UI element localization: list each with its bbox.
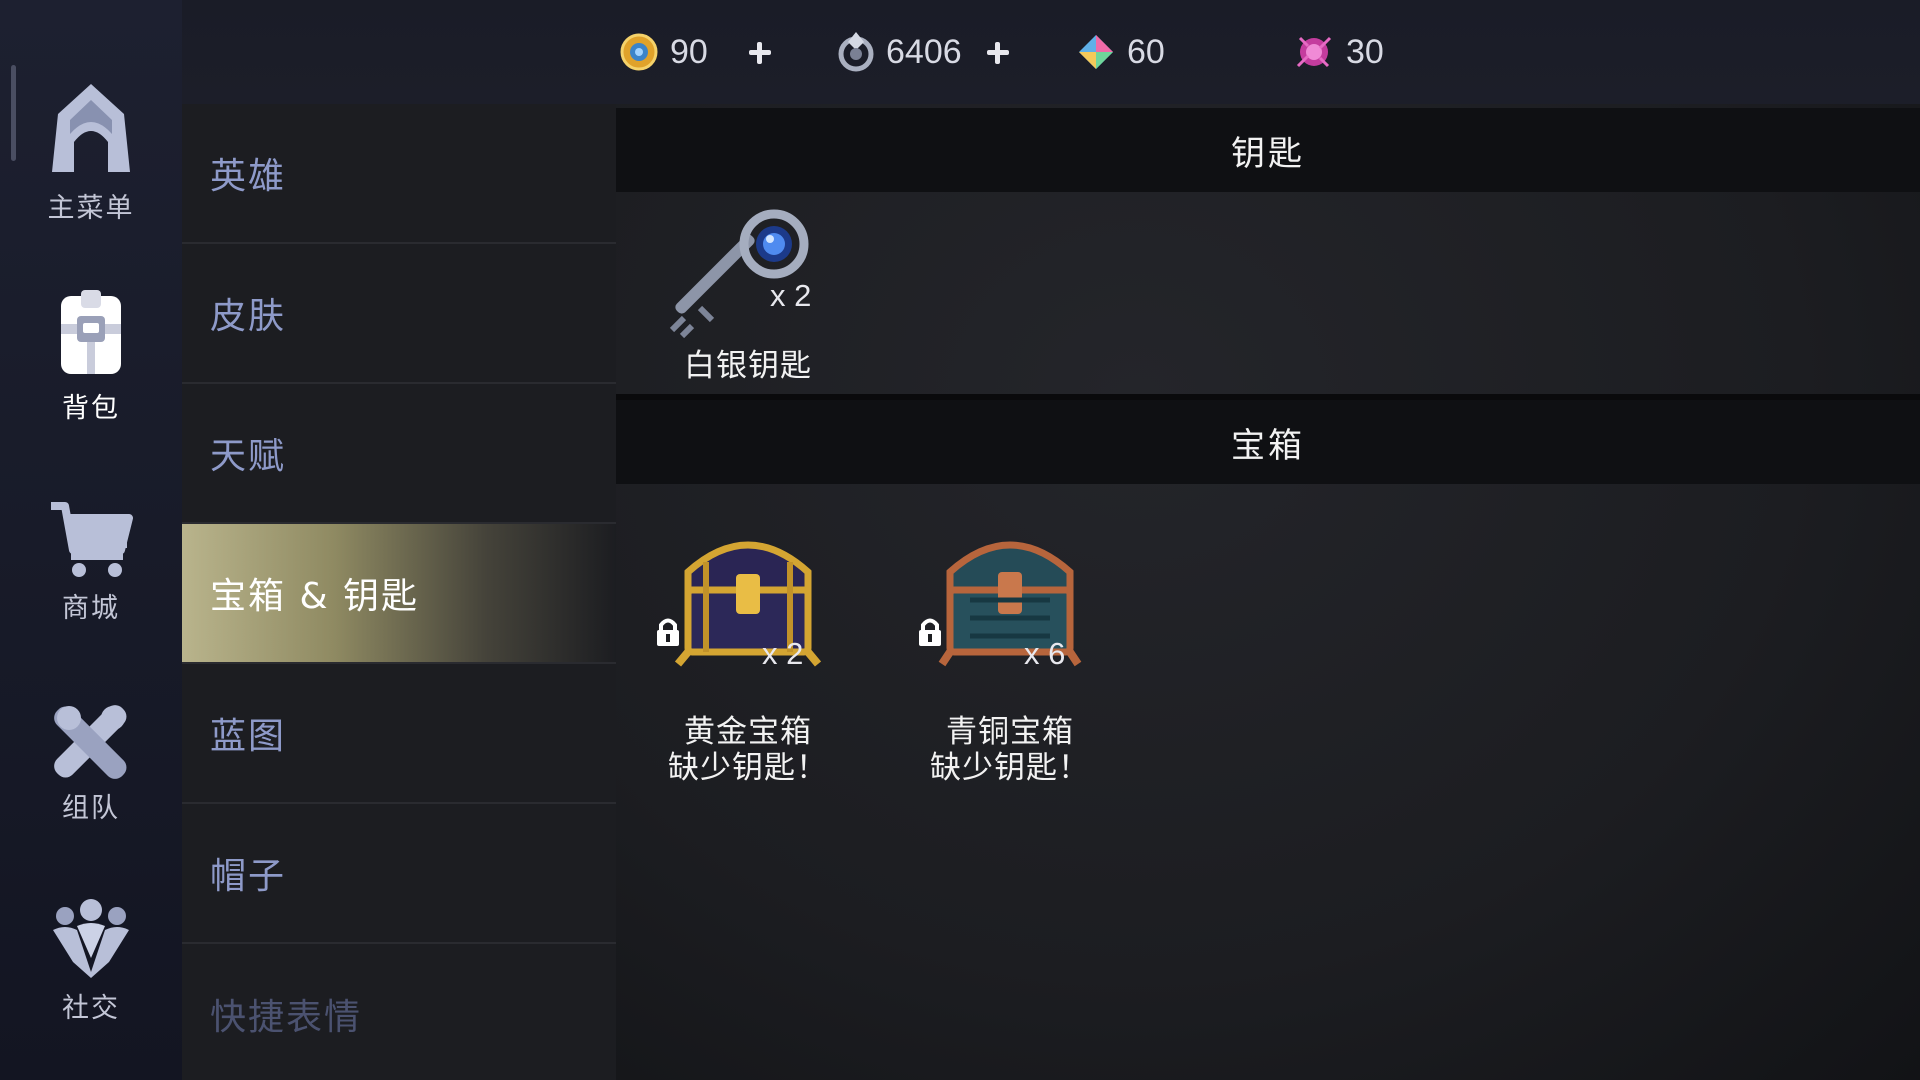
currency-value: 30	[1346, 32, 1384, 71]
item-quantity: x 2	[770, 278, 812, 313]
item-name: 青铜宝箱	[946, 714, 1074, 750]
item-label-block: 青铜宝箱 缺少钥匙！	[910, 714, 1110, 786]
cart-icon	[51, 502, 133, 577]
category-hats[interactable]: 帽子	[182, 804, 616, 944]
item-status: 缺少钥匙！	[930, 750, 1090, 786]
currency-gold: 90	[620, 26, 708, 78]
side-nav: 主菜单 背包 商城 组队 社交	[0, 0, 182, 1080]
prism-gem-icon	[1079, 35, 1113, 69]
item-quantity: x 6	[1024, 636, 1066, 671]
game-inventory-screen: 主菜单 背包 商城 组队 社交 90 6406 60 30 英雄 皮肤 天赋 宝…	[0, 0, 1920, 1080]
silver-gem-icon	[838, 32, 874, 72]
currency-value: 6406	[886, 32, 962, 71]
lock-icon	[919, 618, 941, 646]
currency-bar: 90 6406 60 30	[182, 0, 1920, 104]
item-name: 白银钥匙	[684, 348, 812, 384]
nav-label: 商城	[62, 593, 120, 624]
nav-item-backpack[interactable]: 背包	[0, 255, 182, 425]
category-heroes[interactable]: 英雄	[182, 104, 616, 244]
team-icon	[54, 705, 127, 779]
category-list: 英雄 皮肤 天赋 宝箱 & 钥匙 蓝图 帽子 快捷表情	[182, 104, 616, 1080]
nav-item-shop[interactable]: 商城	[0, 455, 182, 625]
currency-prism: 60	[1077, 26, 1165, 78]
pink-orb-icon	[1296, 36, 1332, 68]
item-status: 缺少钥匙！	[668, 750, 828, 786]
category-quick-emotes[interactable]: 快捷表情	[182, 944, 616, 1080]
castle-icon	[52, 84, 130, 172]
backpack-icon	[61, 290, 121, 374]
item-label-block: 黄金宝箱 缺少钥匙！	[648, 714, 848, 786]
bronze-chest-icon	[938, 541, 1082, 667]
nav-item-team[interactable]: 组队	[0, 655, 182, 825]
category-talents[interactable]: 天赋	[182, 384, 616, 524]
currency-value: 90	[670, 32, 708, 71]
chest-item-bronze[interactable]: x 6 青铜宝箱 缺少钥匙！	[910, 522, 1110, 802]
nav-label: 社交	[62, 993, 120, 1024]
silver-key-icon	[669, 209, 809, 338]
nav-label: 组队	[62, 793, 120, 824]
item-name: 黄金宝箱	[684, 714, 812, 750]
currency-value: 60	[1127, 32, 1165, 71]
currency-orb: 30	[1294, 26, 1384, 78]
nav-item-main-menu[interactable]: 主菜单	[0, 55, 182, 225]
keys-section-title: 钥匙	[616, 108, 1920, 192]
add-gold-button[interactable]	[738, 30, 782, 74]
nav-item-social[interactable]: 社交	[0, 855, 182, 1025]
gold-coin-icon	[620, 33, 658, 71]
category-chests-keys[interactable]: 宝箱 & 钥匙	[182, 524, 616, 664]
category-skins[interactable]: 皮肤	[182, 244, 616, 384]
nav-label: 主菜单	[47, 193, 135, 224]
currency-silver: 6406	[838, 26, 962, 78]
gold-chest-icon	[674, 541, 822, 667]
chests-section-title: 宝箱	[616, 400, 1920, 484]
chest-item-gold[interactable]: x 2 黄金宝箱 缺少钥匙！	[648, 522, 848, 802]
category-blueprints[interactable]: 蓝图	[182, 664, 616, 804]
lock-icon	[657, 618, 679, 646]
item-quantity: x 2	[762, 636, 804, 671]
add-silver-button[interactable]	[976, 30, 1020, 74]
nav-label: 背包	[62, 393, 120, 424]
social-icon	[53, 899, 129, 978]
inventory-content: 钥匙 x 2 白银钥匙 宝箱 x 2 黄金宝箱 缺少钥匙！ x 6 青铜宝箱 缺…	[616, 104, 1920, 1080]
